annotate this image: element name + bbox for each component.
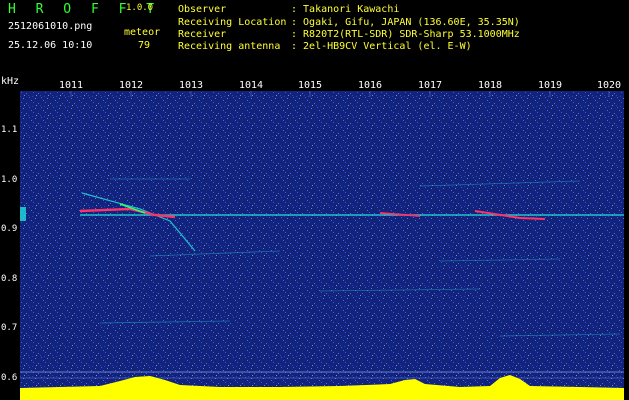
y-tick-label: 1.0 bbox=[1, 175, 18, 185]
observer-value: : Takanori Kawachi bbox=[291, 4, 400, 15]
y-tick-label: 0.7 bbox=[1, 323, 18, 333]
antenna-label: Receiving antenna bbox=[178, 41, 281, 52]
x-tick-label: 1015 bbox=[298, 80, 323, 91]
meteor-count: 79 bbox=[138, 40, 151, 51]
axis-unit-label: kHz bbox=[1, 76, 20, 87]
x-tick-label: 1016 bbox=[358, 80, 383, 91]
location-label: Receiving Location bbox=[178, 17, 287, 28]
app-version: 1.0.0 bbox=[126, 3, 154, 13]
meteor-label: meteor bbox=[124, 27, 161, 38]
y-tick-label: 1.1 bbox=[1, 125, 18, 135]
y-tick-label: 0.6 bbox=[1, 373, 18, 383]
x-tick-label: 1017 bbox=[418, 80, 443, 91]
x-tick-label: 1019 bbox=[538, 80, 563, 91]
receiver-label: Receiver bbox=[178, 29, 227, 40]
edge-marker bbox=[20, 207, 26, 221]
antenna-value: : 2el-HB9CV Vertical (el. E-W) bbox=[291, 41, 472, 52]
image-filename: 2512061010.png bbox=[8, 21, 93, 32]
header-panel: H R O F F T 1.0.0 2512061010.png meteor … bbox=[0, 0, 629, 76]
receiver-value: : R820T2(RTL-SDR) SDR-Sharp 53.1000MHz bbox=[291, 29, 520, 40]
spectrogram-canvas bbox=[20, 91, 624, 400]
x-tick-label: 1018 bbox=[478, 80, 503, 91]
x-tick-label: 1020 bbox=[597, 80, 622, 91]
noise-field bbox=[20, 91, 624, 400]
observer-label: Observer bbox=[178, 4, 227, 15]
location-value: : Ogaki, Gifu, JAPAN (136.60E, 35.35N) bbox=[291, 17, 520, 28]
x-tick-label: 1012 bbox=[119, 80, 144, 91]
x-tick-label: 1011 bbox=[59, 80, 84, 91]
x-tick-label: 1014 bbox=[239, 80, 264, 91]
x-tick-label: 1013 bbox=[179, 80, 204, 91]
capture-datetime: 25.12.06 10:10 bbox=[8, 40, 93, 51]
y-tick-label: 0.9 bbox=[1, 224, 18, 234]
y-tick-label: 0.8 bbox=[1, 274, 18, 284]
